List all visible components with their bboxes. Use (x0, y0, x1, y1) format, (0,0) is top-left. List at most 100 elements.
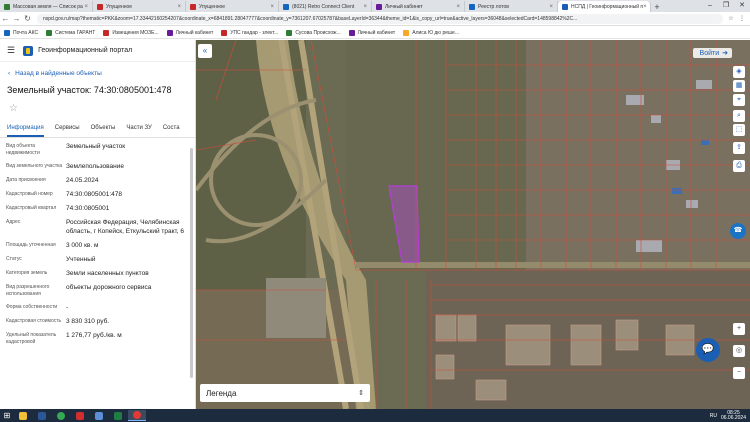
bookmark-item[interactable]: Сусова Происхож... (286, 29, 341, 36)
info-key: Дата присвоения (6, 177, 46, 183)
bookmark-item[interactable]: Извещения МОЗЕ... (103, 29, 159, 36)
tab-favicon-icon (562, 3, 568, 10)
chat-icon[interactable]: 💬 (696, 338, 720, 362)
browser-tab[interactable]: Упущенное × (186, 1, 279, 12)
minimize-icon[interactable]: – (702, 0, 718, 12)
language-indicator[interactable]: RU (710, 413, 717, 419)
compass-icon[interactable]: ◎ (733, 345, 745, 357)
start-icon[interactable]: ⊞ (0, 411, 14, 420)
close-tab-icon[interactable]: × (456, 4, 460, 10)
measure-icon[interactable]: ⌖ (733, 94, 745, 106)
browser-tab[interactable]: Упущенное × (93, 1, 186, 12)
assistant-icon[interactable]: ☎ (730, 223, 746, 239)
login-button[interactable]: Войти ➜ (692, 48, 732, 58)
info-row: Кадастровый номер 74:30:0805001:478 (6, 190, 195, 199)
back-icon[interactable]: ← (0, 14, 11, 23)
taskbar-pdf-icon[interactable] (71, 410, 89, 421)
window-controls: – ❐ ✕ (702, 0, 750, 12)
tab-title: Личный кабинет (385, 3, 423, 10)
browser-tab[interactable]: Массовая земля — Список ра × (0, 1, 93, 12)
bookmark-star-icon[interactable]: ☆ (727, 15, 735, 23)
taskbar-word-icon[interactable] (33, 410, 51, 421)
close-window-icon[interactable]: ✕ (734, 0, 750, 12)
back-to-results-link[interactable]: ‹ Назад в найденные объекты (8, 70, 195, 77)
tab-information[interactable]: Информация (7, 125, 44, 137)
info-key: Кадастровая стоимость (6, 318, 62, 324)
browser-tab[interactable]: Реестр лотов × (465, 1, 558, 12)
reload-icon[interactable]: ↻ (22, 14, 33, 23)
url-field[interactable]: nspd.gov.ru/map?thematic=PKK&zoom=17.334… (37, 13, 723, 24)
tab-objects[interactable]: Объекты (91, 125, 116, 137)
collapse-panel-button[interactable]: « (198, 44, 212, 58)
legend-panel[interactable]: Легенда ⇕ (200, 384, 370, 402)
tab-services[interactable]: Сервисы (55, 125, 80, 137)
taskbar-calc-icon[interactable] (109, 410, 127, 421)
tab-parcel-parts[interactable]: Части ЗУ (126, 125, 151, 137)
taskbar-explorer-icon[interactable] (14, 410, 32, 421)
bookmark-item[interactable]: Почта АКС (4, 29, 38, 36)
basemap-icon[interactable]: ▦ (733, 80, 745, 92)
panel-scrollbar[interactable] (190, 148, 193, 378)
taskbar-chrome-icon[interactable] (52, 410, 70, 421)
info-value: Землепользование (66, 163, 124, 170)
close-tab-icon[interactable]: × (177, 4, 181, 10)
browser-tab[interactable]: Личный кабинет × (372, 1, 465, 12)
extensions-icon[interactable]: ⋮ (738, 15, 746, 23)
zoom-in-icon[interactable]: + (733, 323, 745, 335)
close-tab-icon[interactable]: × (643, 4, 647, 10)
close-tab-icon[interactable]: × (270, 4, 274, 10)
browser-tab-active[interactable]: НСПД | Геоинформационный п × (558, 1, 651, 12)
bookmark-favicon-icon (403, 29, 410, 36)
search-area-icon[interactable]: ⌕ (733, 110, 745, 122)
bookmark-label: Сусова Происхож... (295, 29, 341, 36)
tab-composition[interactable]: Соста (163, 125, 180, 137)
info-key: Кадастровый квартал (6, 205, 57, 211)
bookmark-favicon-icon (166, 29, 173, 36)
bookmark-item[interactable]: Система ГАРАНТ (46, 29, 95, 36)
bookmark-favicon-icon (286, 29, 293, 36)
tab-title: Упущенное (199, 3, 226, 10)
info-row: Вид разрешенного использования объекты до… (6, 283, 195, 298)
info-row: Вид земельного участка Землепользование (6, 162, 195, 171)
menu-icon[interactable]: ☰ (7, 45, 15, 56)
info-row: Кадастровый квартал 74:30:0805001 (6, 204, 195, 213)
maximize-icon[interactable]: ❐ (718, 0, 734, 12)
expand-legend-icon[interactable]: ⇕ (358, 389, 364, 397)
layers-icon[interactable]: ◈ (733, 66, 745, 78)
info-key: Форма собственности (6, 304, 58, 310)
print-icon[interactable]: ⎙ (733, 160, 745, 172)
close-tab-icon[interactable]: × (363, 4, 367, 10)
taskbar-files-icon[interactable] (90, 410, 108, 421)
info-panel: ☰ Геоинформационный портал ‹ Назад в най… (0, 40, 196, 409)
forward-icon[interactable]: → (11, 14, 22, 23)
bookmark-item[interactable]: Личный кабинет (166, 29, 213, 36)
info-row: Удельный показатель кадастровой 1 276,77 … (6, 331, 195, 346)
zoom-out-icon[interactable]: − (733, 367, 745, 379)
info-key: Кадастровый номер (6, 191, 53, 197)
bookmark-item[interactable]: Алиса Ю дю реше... (403, 29, 459, 36)
page-title: Земельный участок: 74:30:0805001:478 (7, 85, 172, 95)
bookmark-favicon-icon (221, 29, 228, 36)
bookmark-favicon-icon (46, 29, 53, 36)
back-link-label: Назад в найденные объекты (15, 70, 102, 77)
browser-tab[interactable]: (8021) Retro Connect Client × (279, 1, 372, 12)
new-tab-icon[interactable]: + (651, 2, 663, 12)
close-tab-icon[interactable]: × (84, 4, 88, 10)
taskbar: ⊞ RU 08:25 06.06.2024 (0, 409, 750, 422)
bookmark-item[interactable]: Личный кабинет (348, 29, 395, 36)
clock[interactable]: 08:25 06.06.2024 (721, 410, 746, 421)
info-value: Земельный участок (66, 143, 126, 150)
favorite-star-icon[interactable]: ☆ (9, 103, 195, 117)
bookmarks-bar: Почта АКС Система ГАРАНТ Извещения МОЗЕ.… (0, 27, 750, 39)
map-view[interactable]: « Войти ➜ ◈ ▦ ⌖ ⌕ ⬚ ⇪ ⎙ ☎ + ◎ − 💬 Легенда… (196, 40, 750, 409)
close-tab-icon[interactable]: × (549, 4, 553, 10)
share-icon[interactable]: ⇪ (733, 142, 745, 154)
bookmark-favicon-icon (103, 29, 110, 36)
info-key: Адрес (6, 219, 21, 225)
taskbar-yandex-icon[interactable] (128, 410, 146, 421)
login-label: Войти (699, 50, 720, 57)
select-icon[interactable]: ⬚ (733, 124, 745, 136)
bookmark-item[interactable]: УПС гандар - злект... (221, 29, 278, 36)
portal-title: Геоинформационный портал (38, 47, 133, 54)
info-row: Дата присвоения 24.05.2024 (6, 176, 195, 185)
